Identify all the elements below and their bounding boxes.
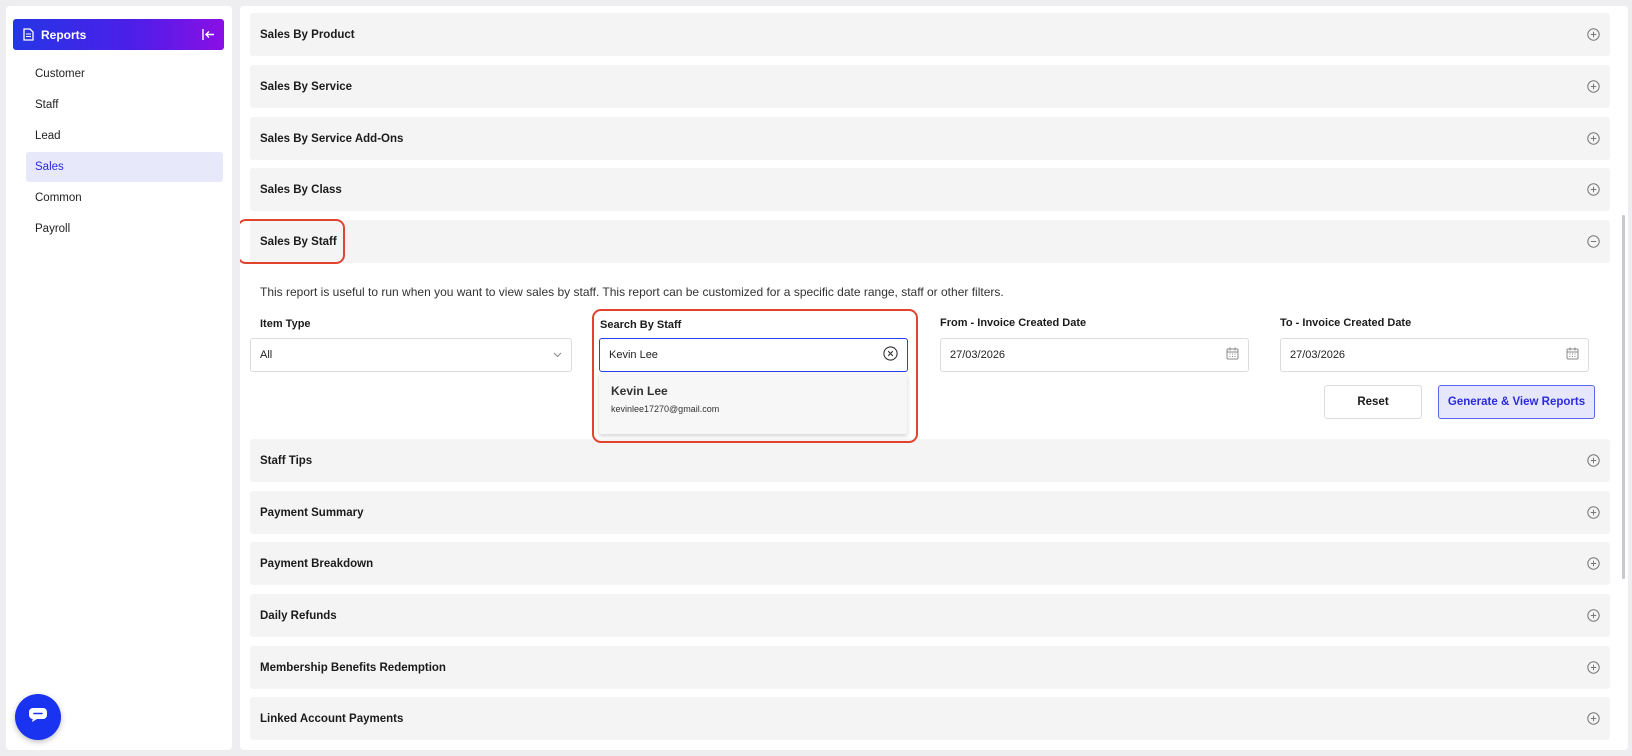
accordion-membership-benefits-redemption[interactable]: Membership Benefits Redemption	[250, 646, 1610, 689]
plus-circle-icon[interactable]	[1586, 183, 1600, 197]
accordion-title: Linked Account Payments	[260, 712, 404, 725]
accordion-daily-refunds[interactable]: Daily Refunds	[250, 594, 1610, 637]
accordion-title: Staff Tips	[260, 454, 313, 467]
scrollbar[interactable]	[1622, 215, 1625, 579]
accordion-linked-account-payments[interactable]: Linked Account Payments	[250, 697, 1610, 740]
sidebar-menu: Customer Staff Lead Sales Common Payroll	[26, 59, 223, 245]
report-description: This report is useful to run when you wa…	[260, 285, 1004, 299]
sidebar-item-sales[interactable]: Sales	[26, 152, 223, 182]
accordion-title: Sales By Service	[260, 80, 353, 93]
accordion-title: Sales By Staff	[260, 235, 337, 248]
accordion-title: Sales By Class	[260, 183, 342, 196]
accordion-sales-by-service[interactable]: Sales By Service	[250, 65, 1610, 108]
search-by-staff-value: Kevin Lee	[609, 349, 658, 361]
staff-suggestion-option[interactable]: Kevin Lee kevinlee17270@gmail.com	[599, 373, 907, 434]
accordion-title: Membership Benefits Redemption	[260, 661, 446, 674]
accordion-sales-by-service-addons[interactable]: Sales By Service Add-Ons	[250, 117, 1610, 160]
search-by-staff-label: Search By Staff	[600, 319, 682, 331]
chevron-down-icon	[553, 349, 562, 361]
sidebar-item-staff[interactable]: Staff	[26, 90, 223, 120]
accordion-title: Payment Summary	[260, 506, 364, 519]
search-by-staff-input[interactable]: Kevin Lee	[599, 338, 908, 372]
plus-circle-icon[interactable]	[1586, 28, 1600, 42]
from-date-label: From - Invoice Created Date	[940, 317, 1087, 329]
accordion-title: Payment Breakdown	[260, 557, 374, 570]
sidebar-item-common[interactable]: Common	[26, 183, 223, 213]
calendar-icon[interactable]	[1566, 347, 1579, 363]
sidebar-item-payroll[interactable]: Payroll	[26, 214, 223, 244]
chat-icon	[28, 707, 48, 728]
plus-circle-icon[interactable]	[1586, 712, 1600, 726]
minus-circle-icon[interactable]	[1586, 235, 1600, 249]
collapse-left-icon[interactable]	[200, 27, 216, 43]
document-icon	[21, 28, 35, 42]
plus-circle-icon[interactable]	[1586, 506, 1600, 520]
item-type-value: All	[260, 349, 273, 361]
accordion-sales-by-product[interactable]: Sales By Product	[250, 13, 1610, 56]
accordion-payment-summary[interactable]: Payment Summary	[250, 491, 1610, 534]
accordion-staff-tips[interactable]: Staff Tips	[250, 439, 1610, 482]
to-date-value: 27/03/2026	[1290, 349, 1346, 361]
accordion-title: Daily Refunds	[260, 609, 337, 622]
plus-circle-icon[interactable]	[1586, 454, 1600, 468]
sidebar-item-lead[interactable]: Lead	[26, 121, 223, 151]
suggestion-email: kevinlee17270@gmail.com	[611, 404, 720, 414]
to-date-label: To - Invoice Created Date	[1280, 317, 1412, 329]
from-date-value: 27/03/2026	[950, 349, 1006, 361]
clear-circle-icon[interactable]	[883, 346, 898, 364]
sidebar-item-customer[interactable]: Customer	[26, 59, 223, 89]
plus-circle-icon[interactable]	[1586, 80, 1600, 94]
sidebar: Reports Customer Staff Lead Sales Common…	[6, 6, 232, 750]
plus-circle-icon[interactable]	[1586, 132, 1600, 146]
accordion-title: Sales By Product	[260, 28, 355, 41]
item-type-label: Item Type	[260, 318, 311, 330]
item-type-select[interactable]: All	[250, 338, 572, 372]
accordion-sales-by-staff[interactable]: Sales By Staff	[250, 220, 1610, 263]
reports-header: Reports	[13, 19, 224, 50]
suggestion-name: Kevin Lee	[611, 384, 668, 398]
reset-button[interactable]: Reset	[1324, 385, 1422, 419]
main-content: Sales By Product Sales By Service Sales …	[240, 6, 1628, 750]
to-date-input[interactable]: 27/03/2026	[1280, 338, 1589, 372]
calendar-icon[interactable]	[1226, 347, 1239, 363]
chat-button[interactable]	[15, 694, 61, 740]
accordion-payment-breakdown[interactable]: Payment Breakdown	[250, 542, 1610, 585]
from-date-input[interactable]: 27/03/2026	[940, 338, 1249, 372]
generate-view-reports-button[interactable]: Generate & View Reports	[1438, 385, 1595, 419]
plus-circle-icon[interactable]	[1586, 557, 1600, 571]
accordion-sales-by-class[interactable]: Sales By Class	[250, 168, 1610, 211]
accordion-title: Sales By Service Add-Ons	[260, 132, 404, 145]
reports-title: Reports	[41, 27, 87, 42]
plus-circle-icon[interactable]	[1586, 661, 1600, 675]
plus-circle-icon[interactable]	[1586, 609, 1600, 623]
